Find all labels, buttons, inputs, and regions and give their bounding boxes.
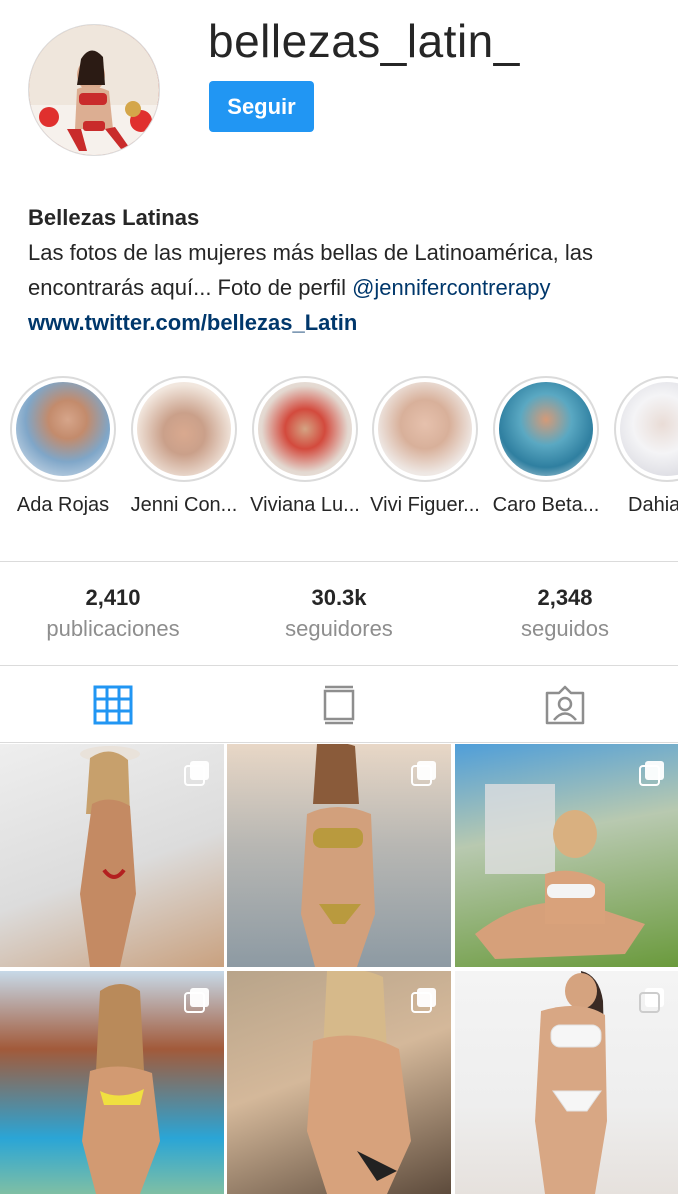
multiple-posts-icon: [184, 988, 209, 1013]
bio-display-name: Bellezas Latinas: [28, 205, 200, 230]
highlight-item[interactable]: Vivi Figuer...: [364, 376, 486, 517]
profile-avatar[interactable]: [28, 24, 160, 156]
profile-username: bellezas_latin_: [208, 15, 520, 67]
multiple-posts-icon: [184, 761, 209, 786]
profile-tabs: [0, 667, 678, 743]
bio-website-link[interactable]: www.twitter.com/bellezas_Latin: [28, 305, 658, 340]
highlight-ring: [493, 376, 599, 482]
stat-label: seguidores: [285, 615, 393, 641]
post-thumbnail[interactable]: [0, 744, 224, 967]
stat-posts[interactable]: 2,410 publicaciones: [0, 583, 226, 645]
follow-button[interactable]: Seguir: [209, 81, 314, 132]
highlight-item[interactable]: Jenni Con...: [123, 376, 245, 517]
tab-grid[interactable]: [0, 667, 226, 742]
multiple-posts-icon: [411, 761, 436, 786]
post-figure: [80, 746, 140, 967]
highlight-label: Jenni Con...: [130, 494, 238, 516]
stat-following[interactable]: 2,348 seguidos: [452, 583, 678, 645]
stat-followers[interactable]: 30.3k seguidores: [226, 583, 452, 645]
post-figure: [301, 744, 375, 967]
highlight-thumbnail: [499, 382, 593, 476]
profile-bio: Bellezas Latinas Las fotos de las mujere…: [28, 200, 658, 340]
highlight-thumbnail: [620, 382, 678, 476]
bio-mention-link[interactable]: @jennifercontrerapy: [352, 275, 550, 300]
multiple-posts-icon: [639, 988, 664, 1013]
profile-page: bellezas_latin_ Seguir Bellezas Latinas …: [0, 0, 678, 1200]
post-figure: [475, 784, 645, 959]
highlight-item[interactable]: Caro Beta...: [485, 376, 607, 517]
post-thumbnail[interactable]: [227, 744, 451, 967]
post-grid: [0, 744, 678, 1200]
highlight-thumbnail: [16, 382, 110, 476]
highlight-item[interactable]: Viviana Lu...: [244, 376, 366, 517]
grid-icon: [93, 685, 133, 724]
multiple-posts-icon: [411, 988, 436, 1013]
highlight-label: Vivi Figuer...: [370, 494, 480, 516]
tagged-icon: [545, 685, 585, 724]
highlight-ring: [10, 376, 116, 482]
stat-value: 2,348: [537, 584, 593, 610]
highlight-item[interactable]: Ada Rojas: [2, 376, 124, 517]
feed-icon: [323, 685, 355, 724]
highlight-label: Viviana Lu...: [250, 494, 360, 516]
highlight-ring: [614, 376, 678, 482]
bio-description: Las fotos de las mujeres más bellas de L…: [28, 235, 658, 305]
post-figure: [535, 971, 607, 1194]
post-thumbnail[interactable]: [455, 744, 678, 967]
avatar-image: [29, 25, 159, 155]
story-highlights: Ada Rojas Jenni Con... Viviana Lu... Viv…: [0, 376, 678, 526]
highlight-ring: [252, 376, 358, 482]
stat-value: 2,410: [85, 584, 141, 610]
highlight-item[interactable]: Dahia: [606, 376, 678, 517]
multiple-posts-icon: [639, 761, 664, 786]
highlight-ring: [131, 376, 237, 482]
highlight-label: Ada Rojas: [16, 494, 110, 516]
stat-value: 30.3k: [311, 584, 367, 610]
tab-feed[interactable]: [226, 667, 452, 742]
tab-tagged[interactable]: [452, 667, 678, 742]
post-thumbnail[interactable]: [0, 971, 224, 1194]
highlight-thumbnail: [378, 382, 472, 476]
profile-stats: 2,410 publicaciones 30.3k seguidores 2,3…: [0, 561, 678, 666]
post-thumbnail[interactable]: [455, 971, 678, 1194]
highlight-thumbnail: [258, 382, 352, 476]
stat-label: publicaciones: [46, 615, 180, 641]
stat-label: seguidos: [520, 615, 610, 641]
highlight-thumbnail: [137, 382, 231, 476]
post-thumbnail[interactable]: [227, 971, 451, 1194]
post-figure: [82, 984, 160, 1194]
highlight-label: Dahia: [628, 494, 678, 516]
highlight-label: Caro Beta...: [492, 494, 600, 516]
highlight-ring: [372, 376, 478, 482]
